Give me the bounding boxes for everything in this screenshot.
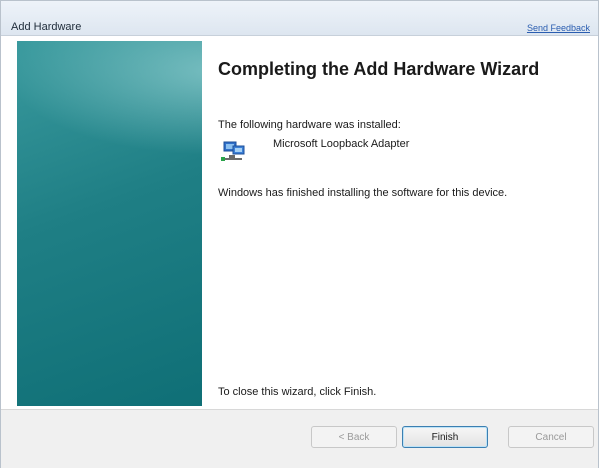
- close-instruction: To close this wizard, click Finish.: [218, 386, 377, 398]
- send-feedback-link[interactable]: Send Feedback: [527, 23, 590, 33]
- device-name: Microsoft Loopback Adapter: [273, 138, 410, 150]
- add-hardware-wizard-window: Add Hardware Send Feedback Completing th…: [0, 0, 599, 468]
- finish-button[interactable]: Finish: [402, 426, 488, 448]
- page-title: Completing the Add Hardware Wizard: [218, 59, 540, 79]
- title-bar: Add Hardware Send Feedback: [1, 1, 598, 36]
- cancel-button[interactable]: Cancel: [508, 426, 594, 448]
- finished-message: Windows has finished installing the soft…: [218, 187, 508, 199]
- installed-hardware-label: The following hardware was installed:: [218, 119, 401, 131]
- back-button[interactable]: < Back: [311, 426, 397, 448]
- network-adapter-icon: [221, 141, 245, 161]
- wizard-content: Completing the Add Hardware Wizard The f…: [216, 41, 586, 406]
- wizard-side-banner: [17, 41, 202, 406]
- button-bar: < Back Finish Cancel: [1, 409, 598, 468]
- window-title: Add Hardware: [11, 21, 82, 33]
